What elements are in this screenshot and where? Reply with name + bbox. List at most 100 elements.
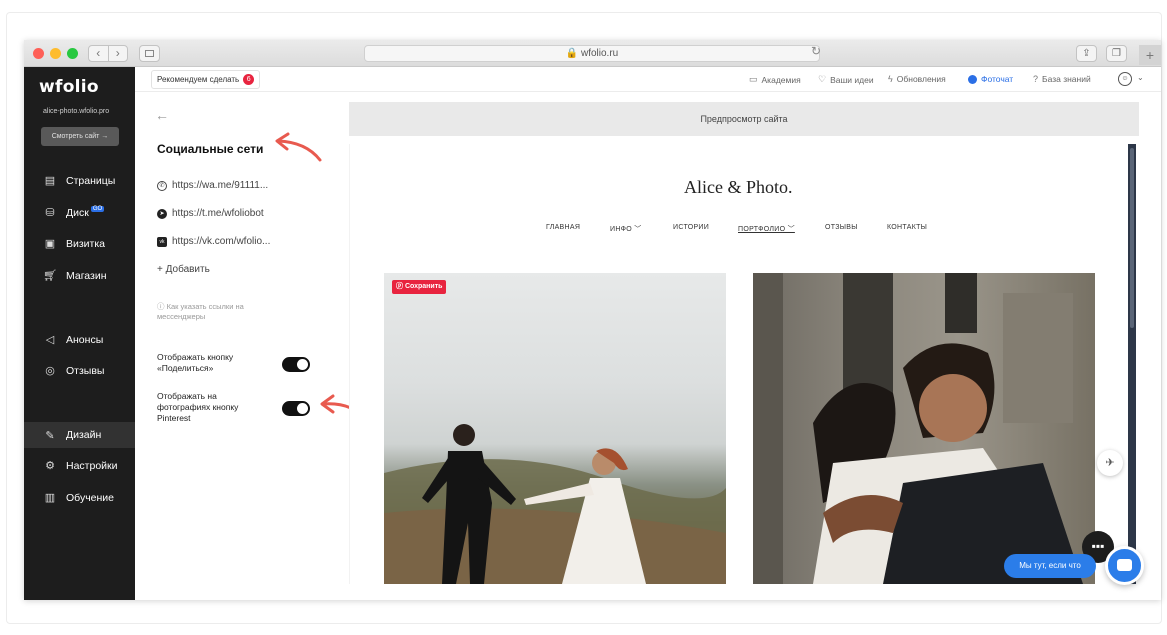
megaphone-icon: ◁ [45, 334, 55, 346]
reload-icon[interactable]: ↻ [811, 44, 821, 58]
send-icon[interactable]: ✈ [1097, 450, 1123, 476]
site-logo[interactable]: Alice & Photo. [684, 177, 793, 198]
toggle-knob [297, 403, 308, 414]
sidebar-item-reviews[interactable]: ◎ Отзывы [42, 364, 105, 378]
fotochat-icon [968, 74, 977, 84]
disk-icon: ⛁ [45, 207, 55, 219]
minimize-window-button[interactable] [50, 48, 61, 59]
sidebar-item-label: Страницы [66, 174, 116, 187]
sidebar-item-design[interactable]: ✎ Дизайн [24, 422, 135, 448]
fotochat-label: Фоточат [981, 74, 1014, 84]
back-button[interactable]: ‹ [89, 46, 109, 61]
recommend-label: Рекомендуем сделать [157, 75, 240, 84]
view-site-button[interactable]: Смотреть сайт → [41, 127, 119, 146]
pinterest-save-button[interactable]: ⓟ Сохранить [392, 280, 447, 294]
site-nav-contacts[interactable]: КОНТАКТЫ [887, 224, 927, 231]
help-icon: ⓘ [157, 302, 167, 311]
site-nav-home[interactable]: ГЛАВНАЯ [546, 224, 580, 231]
chat-icon [1117, 559, 1132, 571]
zoom-window-button[interactable] [67, 48, 78, 59]
social-link-text: https://t.me/wfoliobot [172, 208, 264, 219]
ideas-link[interactable]: ♡ Ваши идеи [818, 74, 874, 85]
go-badge: GO [90, 205, 105, 212]
sidebar-icon [145, 50, 154, 57]
messenger-hint-link[interactable]: ⓘ Как указать ссылки на мессенджеры [157, 302, 267, 322]
idea-icon: ♡ [818, 74, 827, 84]
hint-text: Как указать ссылки на мессенджеры [157, 302, 244, 321]
ideas-label: Ваши идеи [830, 74, 874, 85]
sidebar-item-settings[interactable]: ⚙ Настройки [42, 459, 118, 473]
support-chat-prompt[interactable]: Мы тут, если что [1004, 554, 1096, 578]
social-link-vk[interactable]: vk https://vk.com/wfolio... [157, 236, 270, 247]
url-text: wfolio.ru [580, 48, 619, 59]
sidebar-item-pages[interactable]: ▤ Страницы [42, 174, 116, 188]
sidebar-item-label: Настройки [66, 459, 118, 472]
help-icon: ? [1033, 74, 1039, 84]
sidebar-toggle-button[interactable] [139, 45, 160, 62]
telegram-icon: ➤ [157, 208, 167, 219]
avatar[interactable]: ☺ [1118, 72, 1132, 86]
whatsapp-icon: ✆ [157, 180, 167, 191]
back-arrow-icon[interactable]: ← [155, 107, 169, 123]
recommend-button[interactable]: Рекомендуем сделать 6 [151, 70, 261, 89]
sidebar-item-label: Анонсы [66, 333, 104, 346]
reviews-icon: ◎ [45, 365, 55, 377]
share-toggle[interactable] [282, 357, 310, 372]
academy-icon: ▭ [749, 74, 758, 84]
site-nav-stories[interactable]: ИСТОРИИ [673, 224, 709, 231]
pinterest-toggle-label: Отображать на фотографиях кнопку Pintere… [157, 391, 239, 423]
support-chat-button[interactable] [1105, 546, 1144, 585]
updates-label: Обновления [896, 74, 946, 84]
sidebar-item-disk[interactable]: ⛁ Диск GO [42, 205, 105, 219]
site-nav-info[interactable]: ИНФО ﹀ [610, 224, 642, 234]
scrollbar-thumb[interactable] [1130, 148, 1134, 328]
brush-icon: ✎ [45, 429, 55, 442]
social-link-text: https://wa.me/91111... [172, 180, 269, 191]
sidebar-item-label: Диск [66, 206, 89, 219]
top-header: Рекомендуем сделать 6 ▭ Академия ♡ Ваши ид… [135, 67, 1161, 92]
add-link-button[interactable]: + Добавить [157, 264, 210, 275]
sidebar-item-label: Отзывы [66, 364, 105, 377]
share-icon: ⇪ [1082, 48, 1091, 59]
lightning-icon: ϟ [888, 74, 893, 84]
sidebar-item-label: Визитка [66, 237, 106, 250]
new-tab-button[interactable]: + [1139, 45, 1161, 65]
pinterest-toggle[interactable] [282, 401, 310, 416]
social-link-telegram[interactable]: ➤ https://t.me/wfoliobot [157, 208, 264, 219]
photo-illustration [384, 424, 726, 584]
fotochat-link[interactable]: Фоточат [968, 74, 1013, 84]
gear-icon: ⚙ [45, 460, 55, 472]
close-window-button[interactable] [33, 48, 44, 59]
card-icon: ▣ [44, 238, 56, 250]
wfolio-logo[interactable]: wfolio [39, 77, 99, 97]
sidebar-item-announcements[interactable]: ◁ Анонсы [42, 333, 104, 347]
site-url: alice-photo.wfolio.pro [43, 108, 110, 115]
site-nav-reviews[interactable]: ОТЗЫВЫ [825, 224, 858, 231]
sidebar-item-label: Дизайн [66, 429, 102, 441]
academy-link[interactable]: ▭ Академия [749, 74, 801, 85]
sidebar-item-card[interactable]: ▣ Визитка [42, 237, 106, 251]
updates-link[interactable]: ϟ Обновления [888, 74, 946, 84]
site-nav-portfolio[interactable]: ПОРТФОЛИО ﹀ [738, 224, 795, 234]
panel-title: Социальные сети [157, 142, 264, 156]
tabs-overview-button[interactable]: ❐ [1106, 45, 1127, 62]
forward-button[interactable]: › [109, 46, 128, 61]
sidebar-item-shop[interactable]: 🛒︎ Магазин [42, 269, 107, 283]
browser-window: ‹ › 🔒 wfolio.ru ↻ ⇪ ❐ + wfolio alice-pho… [24, 40, 1161, 600]
photo-illustration [753, 273, 1083, 584]
main-sidebar: wfolio alice-photo.wfolio.pro Смотреть с… [24, 67, 135, 600]
chevron-down-icon[interactable]: ⌄ [1137, 73, 1144, 82]
history-nav: ‹ › [88, 45, 128, 62]
knowledge-base-link[interactable]: ? База знаний [1033, 74, 1091, 84]
sidebar-item-learning[interactable]: ▥ Обучение [42, 491, 114, 505]
social-link-whatsapp[interactable]: ✆ https://wa.me/91111... [157, 180, 268, 191]
academy-label: Академия [761, 74, 801, 85]
sidebar-item-label: Магазин [66, 269, 107, 282]
address-bar[interactable]: 🔒 wfolio.ru [364, 45, 820, 62]
share-button[interactable]: ⇪ [1076, 45, 1097, 62]
browser-titlebar: ‹ › 🔒 wfolio.ru ↻ ⇪ ❐ + [24, 40, 1161, 67]
portfolio-photo-couple-embrace[interactable] [753, 273, 1095, 584]
cart-icon: 🛒︎ [43, 270, 57, 282]
portfolio-photo-couple-running[interactable] [384, 273, 726, 584]
vk-icon: vk [157, 236, 167, 247]
